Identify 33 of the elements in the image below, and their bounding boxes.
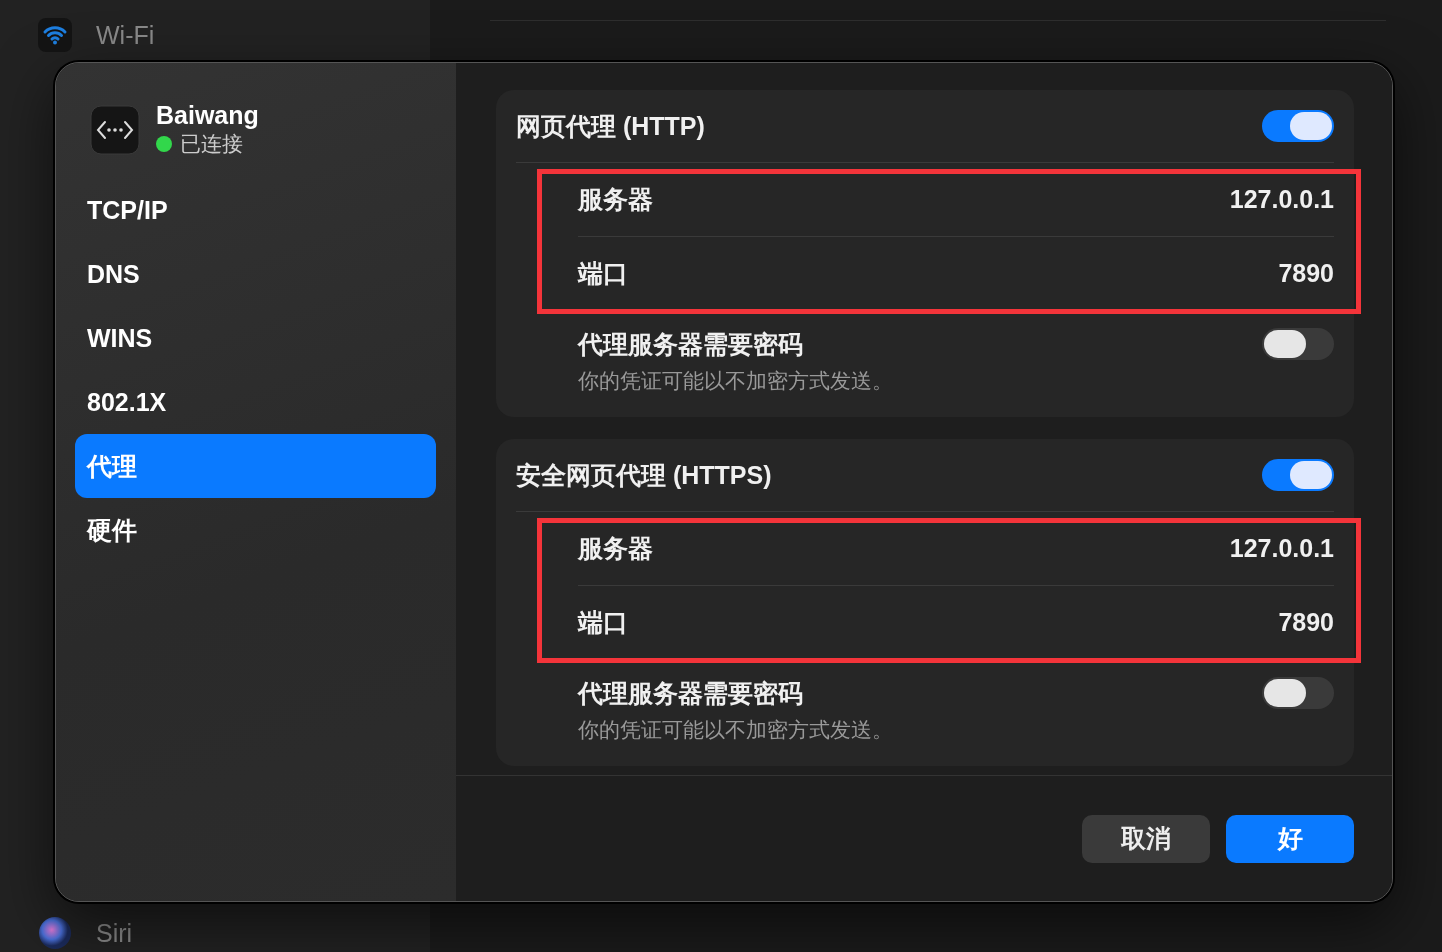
nav-item[interactable]: 代理: [75, 434, 436, 498]
field-value[interactable]: 7890: [1278, 608, 1334, 637]
option-note: 你的凭证可能以不加密方式发送。: [578, 368, 893, 394]
toggle-switch[interactable]: [1262, 459, 1334, 491]
orb-icon: [38, 916, 72, 950]
nav-item[interactable]: TCP/IP: [75, 178, 436, 242]
toggle-switch[interactable]: [1262, 110, 1334, 142]
option-note: 你的凭证可能以不加密方式发送。: [578, 717, 893, 743]
option-label: 代理服务器需要密码: [578, 329, 804, 360]
status-dot: [156, 136, 172, 152]
sidebar-item[interactable]: Wi-Fi: [96, 20, 155, 50]
cancel-button[interactable]: 取消: [1082, 814, 1210, 863]
field-value[interactable]: 7890: [1278, 259, 1334, 288]
nav-item[interactable]: 硬件: [75, 498, 436, 562]
field-value[interactable]: 127.0.0.1: [1229, 185, 1334, 214]
toggle-switch[interactable]: [1262, 677, 1334, 709]
network-name: Baiwang: [156, 101, 259, 130]
nav-item[interactable]: WINS: [75, 306, 436, 370]
toggle-switch[interactable]: [1262, 328, 1334, 360]
status-text: 已连接: [180, 131, 243, 157]
nav-item[interactable]: DNS: [75, 242, 436, 306]
code-icon: [90, 104, 140, 155]
field-value[interactable]: 127.0.0.1: [1229, 534, 1334, 563]
section-title: 安全网页代理 (HTTPS): [516, 459, 772, 491]
ok-button[interactable]: 好: [1226, 814, 1354, 863]
field-label: 服务器: [578, 184, 653, 215]
option-label: 代理服务器需要密码: [578, 678, 804, 709]
field-label: 端口: [578, 258, 628, 289]
wifi-icon: [38, 18, 72, 52]
section-title: 网页代理 (HTTP): [516, 110, 705, 142]
field-label: 端口: [578, 607, 628, 638]
field-label: 服务器: [578, 533, 653, 564]
nav-item[interactable]: 802.1X: [75, 370, 436, 434]
